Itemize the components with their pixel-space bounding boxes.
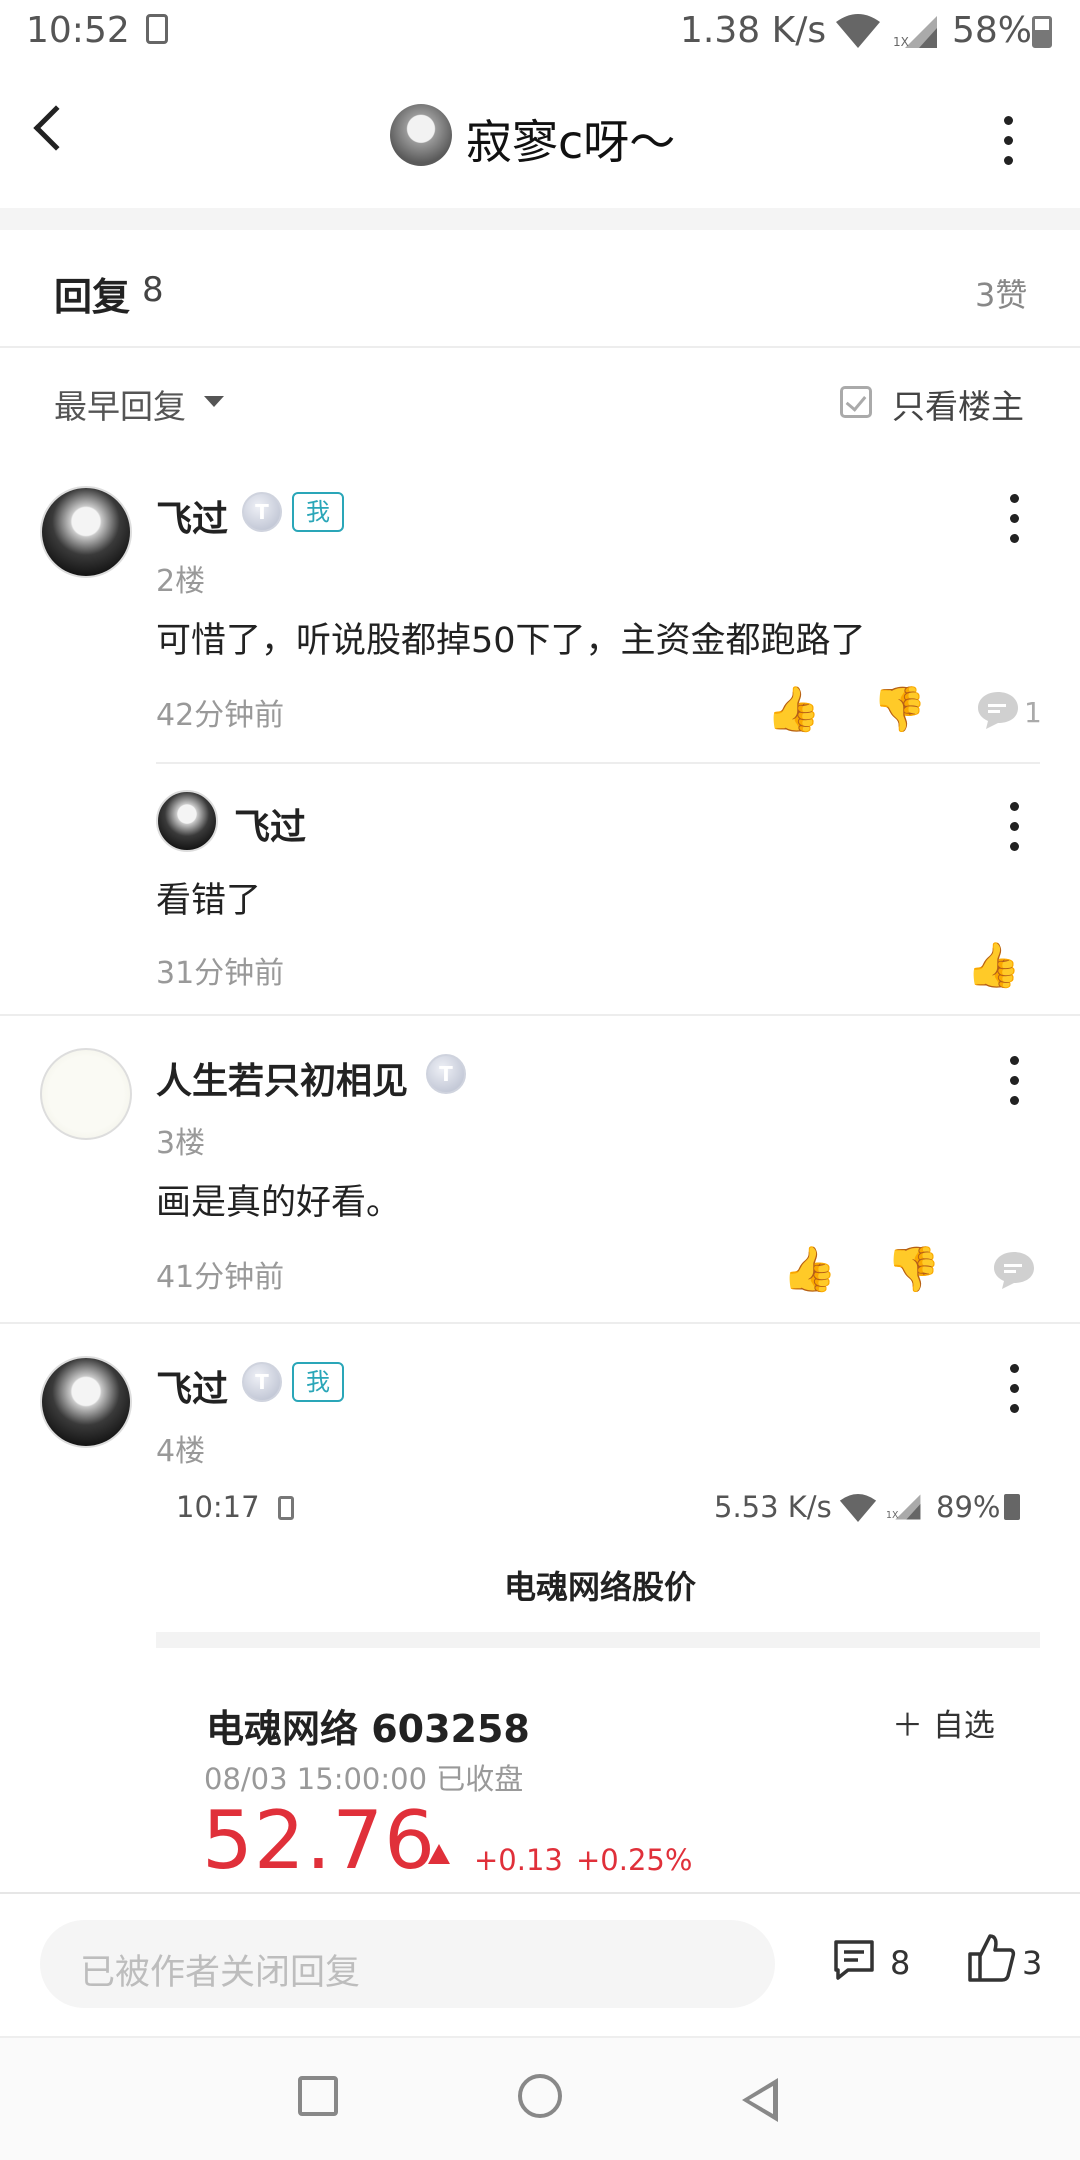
comment-time: 41分钟前 xyxy=(156,1260,285,1295)
chevron-down-icon xyxy=(204,396,224,407)
divider xyxy=(0,346,1080,348)
username[interactable]: 飞过 xyxy=(156,490,228,542)
stock-name: 电魂网络 603258 xyxy=(206,1707,530,1751)
username[interactable]: 飞过 xyxy=(156,1360,228,1412)
wifi-icon xyxy=(839,1494,877,1522)
embedded-title: 电魂网络股价 xyxy=(504,1568,697,1606)
username[interactable]: 人生若只初相见 xyxy=(156,1052,408,1104)
signal-icon: 1X xyxy=(886,1494,921,1521)
reply-count: 1 xyxy=(1024,696,1042,729)
only-op-label[interactable]: 只看楼主 xyxy=(892,380,1024,428)
divider xyxy=(156,762,1040,764)
thumbs-down-icon[interactable]: 👎 xyxy=(886,1248,941,1292)
avatar[interactable] xyxy=(40,1048,132,1140)
avatar[interactable] xyxy=(156,790,218,852)
thumbs-up-icon[interactable]: 👍 xyxy=(782,1248,837,1292)
comment-icon[interactable] xyxy=(830,1936,878,1984)
network-type-label: 1X xyxy=(893,35,909,49)
comment-more-button[interactable] xyxy=(1010,1364,1019,1424)
avatar[interactable] xyxy=(40,1356,132,1448)
stock-price: 52.76 xyxy=(202,1794,437,1887)
status-bar: 10:52 1.38 K/s 1X 58% xyxy=(0,0,1080,66)
signal-icon: 1X xyxy=(893,16,937,49)
comment-text: 可惜了，听说股都掉50下了，主资金都跑路了 xyxy=(156,621,866,661)
wifi-icon xyxy=(836,14,880,48)
floor-number: 4楼 xyxy=(156,1434,206,1469)
sort-dropdown[interactable]: 最早回复 xyxy=(54,380,186,428)
embedded-battery-percent: 89% xyxy=(936,1490,1001,1524)
page-title: 寂寥c呀～ xyxy=(466,115,676,169)
like-icon[interactable] xyxy=(966,1932,1016,1984)
more-menu-button[interactable] xyxy=(1004,116,1013,176)
like-count: 3 xyxy=(1022,1944,1043,1982)
me-badge: 我 xyxy=(292,492,344,532)
reply-bubble-icon[interactable] xyxy=(976,690,1020,730)
thumbs-up-icon[interactable]: 👍 xyxy=(966,944,1021,988)
thumbs-up-icon[interactable]: 👍 xyxy=(766,688,821,732)
comment-more-button[interactable] xyxy=(1010,1056,1019,1116)
divider xyxy=(156,1632,1040,1648)
comment-more-button[interactable] xyxy=(1010,494,1019,554)
floor-number: 2楼 xyxy=(156,564,206,599)
comment-count: 8 xyxy=(890,1944,911,1982)
embedded-status-speed: 5.53 K/s xyxy=(714,1490,832,1524)
reply-count: 8 xyxy=(142,270,164,310)
recents-button[interactable] xyxy=(298,2076,338,2116)
back-button[interactable] xyxy=(33,105,79,151)
likes-count: 3赞 xyxy=(975,276,1028,314)
stock-change-percent: +0.25% xyxy=(576,1843,693,1877)
level-badge-icon: T xyxy=(242,492,282,532)
battery-icon xyxy=(1004,1494,1020,1520)
floor-number: 3楼 xyxy=(156,1126,206,1161)
comment-more-button[interactable] xyxy=(1010,802,1019,862)
divider xyxy=(0,1322,1080,1324)
avatar[interactable] xyxy=(40,486,132,578)
author-avatar[interactable] xyxy=(390,104,452,166)
thumbs-down-icon[interactable]: 👎 xyxy=(872,688,927,732)
add-watchlist-button: ＋ 自选 xyxy=(892,1708,995,1744)
comment-time: 42分钟前 xyxy=(156,698,285,733)
stock-change: +0.13 xyxy=(474,1843,563,1877)
download-icon xyxy=(146,14,168,44)
battery-percent: 58% xyxy=(952,10,1033,51)
status-speed: 1.38 K/s xyxy=(680,10,827,51)
username[interactable]: 飞过 xyxy=(234,798,306,850)
back-nav-button[interactable] xyxy=(742,2078,778,2122)
divider xyxy=(0,208,1080,230)
me-badge: 我 xyxy=(292,1362,344,1402)
battery-icon xyxy=(1032,16,1052,48)
reply-input-placeholder: 已被作者关闭回复 xyxy=(80,1953,361,1993)
level-badge-icon: T xyxy=(426,1054,466,1094)
stock-date: 08/03 15:00:00 已收盘 xyxy=(204,1762,524,1796)
comment-time: 31分钟前 xyxy=(156,956,285,991)
comment-text: 画是真的好看。 xyxy=(156,1183,402,1223)
download-icon xyxy=(278,1496,294,1520)
embedded-status-time: 10:17 xyxy=(176,1490,260,1524)
only-op-checkbox[interactable] xyxy=(840,386,872,418)
up-arrow-icon xyxy=(428,1844,450,1864)
divider xyxy=(0,1892,1080,1894)
reply-heading: 回复 xyxy=(54,275,131,319)
level-badge-icon: T xyxy=(242,1362,282,1402)
reply-bubble-icon[interactable] xyxy=(992,1250,1036,1290)
status-time: 10:52 xyxy=(26,10,130,51)
network-type-label: 1X xyxy=(886,1510,899,1521)
divider xyxy=(0,1014,1080,1016)
comment-text: 看错了 xyxy=(156,881,262,921)
home-button[interactable] xyxy=(518,2074,562,2118)
